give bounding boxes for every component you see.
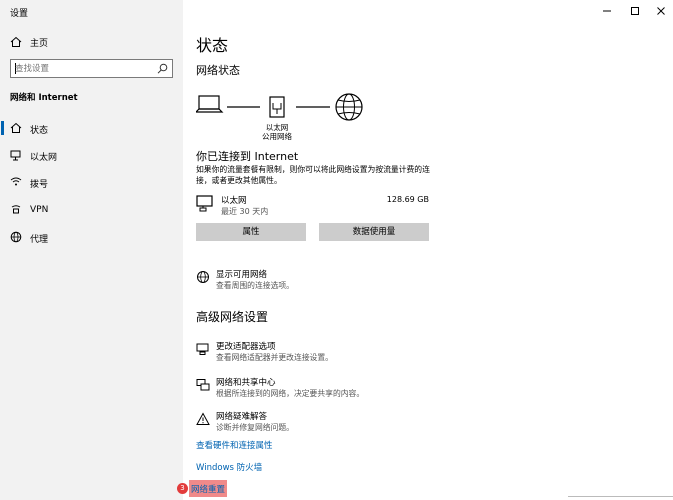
windows-firewall-link[interactable]: Windows 防火墙: [196, 461, 262, 473]
sidebar-item-label: 状态: [30, 126, 49, 136]
search-box[interactable]: [10, 59, 173, 78]
step-badge: 3: [177, 483, 188, 494]
divider: [568, 496, 673, 497]
network-reset-link[interactable]: 网络重置: [191, 483, 225, 495]
ethernet-name: 以太网: [221, 196, 247, 206]
sharing-center-icon: [196, 379, 210, 391]
sidebar-item-label: 以太网: [30, 153, 58, 163]
sidebar-item-home[interactable]: 主页: [0, 32, 183, 52]
maximize-icon[interactable]: [628, 4, 642, 18]
vpn-icon: [11, 205, 21, 214]
app-title: 设置: [10, 9, 29, 19]
option-desc: 诊断并修复网络问题。: [216, 423, 294, 432]
adapter-icon: [196, 343, 209, 355]
connection-status-desc: 如果你的流量套餐有限制，则你可以将此网络设置为按流量计费的连接，或者更改其他属性…: [196, 165, 430, 185]
network-diagram: 以太网 公用网络: [194, 91, 366, 141]
selected-indicator: [1, 121, 4, 135]
sidebar-item-label: 拨号: [30, 180, 49, 190]
option-desc: 查看网络适配器并更改连接设置。: [216, 353, 333, 362]
sidebar: 设置 主页 网络和 Internet 状态 以太网: [0, 0, 183, 500]
option-title: 网络疑难解答: [216, 412, 268, 422]
network-type: 公用网络: [262, 132, 292, 141]
sidebar-item-label: VPN: [30, 205, 49, 215]
sidebar-item-label: 主页: [30, 39, 49, 49]
warning-icon: [196, 412, 210, 425]
home-icon: [10, 36, 22, 47]
internet-globe-icon: [335, 93, 363, 121]
ethernet-icon: [10, 150, 21, 161]
option-desc: 根据所连接到的网络，决定要共享的内容。: [216, 389, 365, 398]
close-icon[interactable]: [654, 4, 668, 18]
ethernet-pc-icon: [196, 195, 213, 212]
page-title: 状态: [196, 36, 229, 55]
advanced-settings-heading: 高级网络设置: [196, 310, 269, 324]
hardware-properties-link[interactable]: 查看硬件和连接属性: [196, 439, 273, 451]
network-reset-area: 3 网络重置: [177, 480, 242, 500]
connection-status-title: 你已连接到 Internet: [196, 150, 299, 163]
ethernet-time-range: 最近 30 天内: [221, 207, 269, 216]
sidebar-item-dialup[interactable]: 拨号: [0, 171, 183, 193]
laptop-icon: [194, 95, 224, 113]
option-title: 更改适配器选项: [216, 342, 276, 352]
sidebar-item-proxy[interactable]: 代理: [0, 226, 183, 248]
sidebar-item-status[interactable]: 状态: [0, 117, 183, 139]
sidebar-item-label: 代理: [30, 235, 49, 245]
minimize-icon[interactable]: [600, 4, 614, 18]
search-icon[interactable]: [157, 63, 168, 74]
sidebar-item-vpn[interactable]: VPN: [0, 199, 183, 221]
ethernet-data-size: 128.69 GB: [386, 195, 429, 204]
globe-icon: [10, 231, 22, 243]
ethernet-port-icon: [269, 96, 285, 118]
dialup-icon: [10, 177, 22, 186]
search-input[interactable]: [15, 62, 155, 75]
data-usage-button[interactable]: 数据使用量: [319, 223, 429, 241]
globe-network-icon: [197, 271, 209, 283]
network-status-heading: 网络状态: [196, 64, 240, 77]
network-diagram-graphic: [194, 93, 363, 121]
home-status-icon: [10, 122, 22, 133]
main-content: 状态 网络状态 以太网 公用网络 你已连接到 Internet 如果你的流量套餐…: [177, 0, 673, 500]
option-title: 显示可用网络: [216, 270, 268, 280]
option-title: 网络和共享中心: [216, 378, 276, 388]
sidebar-item-ethernet[interactable]: 以太网: [0, 144, 183, 166]
properties-button[interactable]: 属性: [196, 223, 306, 241]
option-desc: 查看周围的连接选项。: [216, 281, 294, 290]
section-label: 网络和 Internet: [10, 93, 78, 103]
